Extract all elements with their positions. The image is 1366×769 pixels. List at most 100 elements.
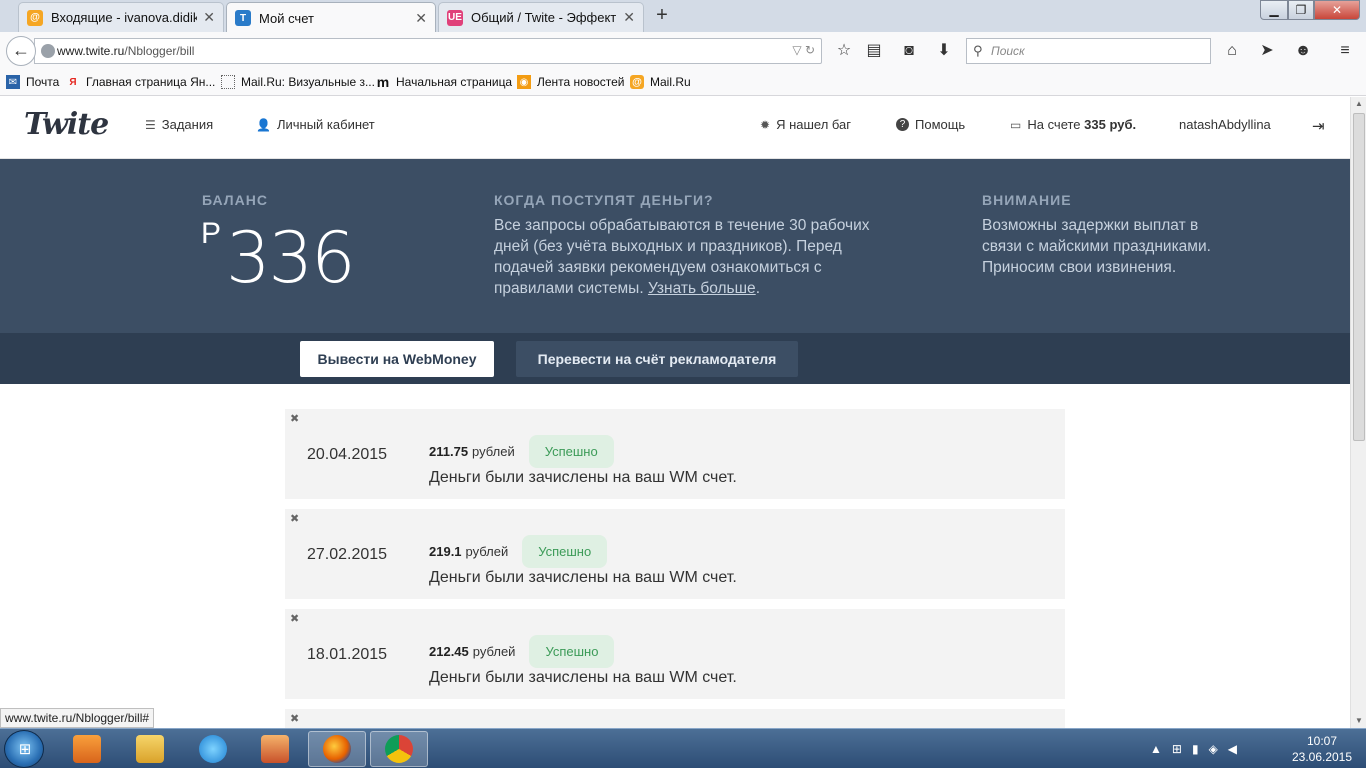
nav-bug-report[interactable]: ✹ Я нашел баг (760, 117, 851, 132)
learn-more-link[interactable]: Узнать больше (648, 280, 756, 297)
logout-icon[interactable]: ⇥ (1312, 117, 1325, 135)
transaction-date: 27.02.2015 (307, 546, 388, 563)
mailru-icon: @ (27, 9, 43, 26)
currency-symbol: Р (201, 217, 222, 250)
mailru-icon: @ (630, 75, 644, 89)
taskbar-chrome[interactable] (370, 731, 428, 767)
bookmark-mailru[interactable]: @ Mail.Ru (630, 75, 691, 89)
balance-panel: БАЛАНС Р 336 КОГДА ПОСТУПЯТ ДЕНЬГИ? Все … (0, 159, 1350, 333)
remove-icon[interactable]: ✖ (290, 412, 299, 425)
antivirus-icon[interactable]: ◈ (1209, 742, 1218, 756)
mail-icon: ✉ (6, 75, 20, 89)
withdraw-webmoney-button[interactable]: Вывести на WebMoney (300, 341, 494, 377)
taskbar-media-player[interactable] (58, 731, 116, 767)
back-button[interactable]: ← (6, 36, 36, 66)
taskbar-explorer[interactable] (121, 731, 179, 767)
yandex-icon: Я (69, 76, 77, 88)
new-tab-button[interactable]: + (650, 4, 674, 28)
network-icon[interactable]: ▮ (1192, 742, 1199, 756)
tab-title: Общий / Twite - Эффекти... (471, 10, 617, 25)
bookmark-label: Почта (26, 75, 60, 89)
taskbar-clock[interactable]: 10:07 23.06.2015 (1290, 733, 1354, 765)
windows-logo-icon: ⊞ (18, 741, 32, 758)
nav-cabinet[interactable]: 👤 Личный кабинет (256, 117, 375, 132)
menu-icon[interactable]: ≡ (1334, 40, 1356, 62)
bookmark-label: Mail.Ru: Визуальные з... (241, 75, 375, 89)
page-scrollbar[interactable]: ▲ ▼ (1350, 97, 1366, 728)
tab-my-account[interactable]: T Мой счет ✕ (226, 2, 436, 33)
help-icon: ? (896, 118, 909, 131)
tab-inbox[interactable]: @ Входящие - ivanova.didika... ✕ (18, 2, 224, 32)
rss-icon: ◉ (517, 75, 531, 89)
twite-icon: T (235, 10, 251, 26)
m-icon: m (376, 74, 390, 90)
status-badge: Успешно (529, 635, 615, 668)
clock-time: 10:07 (1306, 734, 1338, 748)
transaction-row: ✖ 27.02.2015 219.1 рублей Успешно Деньги … (285, 509, 1065, 599)
amount-value: 211.75 (429, 444, 469, 459)
bookmark-news-feed[interactable]: ◉ Лента новостей (517, 75, 625, 89)
action-bar: Вывести на WebMoney Перевести на счёт ре… (0, 333, 1350, 384)
taskbar-ie[interactable] (184, 731, 242, 767)
tab-general[interactable]: UE Общий / Twite - Эффекти... ✕ (438, 2, 644, 32)
nav-username[interactable]: natashAbdyllina (1179, 117, 1271, 132)
bookmark-mail[interactable]: ✉ Почта (6, 75, 59, 89)
flag-icon[interactable]: ⊞ (1172, 742, 1182, 756)
search-input[interactable]: ⚲ Поиск (966, 38, 1211, 64)
blank-page-icon (221, 75, 235, 89)
bookmark-label: Главная страница Ян... (86, 75, 216, 89)
transfer-to-advertiser-button[interactable]: Перевести на счёт рекламодателя (516, 341, 798, 377)
amount-unit: рублей (472, 644, 516, 659)
reading-list-icon[interactable]: ▤ (863, 40, 885, 62)
bookmark-yandex[interactable]: Я Главная страница Ян... (66, 75, 215, 89)
remove-icon[interactable]: ✖ (290, 512, 299, 525)
site-header: Twite ☰ Задания 👤 Личный кабинет ✹ Я нашел … (0, 97, 1350, 159)
volume-icon[interactable]: ◀ (1228, 742, 1237, 756)
home-icon[interactable]: ⌂ (1221, 40, 1243, 62)
search-icon: ⚲ (973, 43, 983, 58)
send-icon[interactable]: ➤ (1256, 40, 1278, 62)
taskbar-app[interactable] (246, 731, 304, 767)
start-button[interactable]: ⊞ (4, 730, 44, 768)
taskbar-firefox[interactable] (308, 731, 366, 767)
nav-label: Задания (161, 117, 214, 132)
bookmark-mailru-visual[interactable]: Mail.Ru: Визуальные з... (221, 75, 375, 89)
pocket-icon[interactable]: ◙ (898, 40, 920, 62)
chrome-icon (385, 735, 413, 763)
transaction-message: Деньги были зачислены на ваш WM счет. (429, 469, 737, 486)
balance-value: 336 (226, 217, 356, 299)
reload-icon[interactable]: ▽ ↻ (792, 43, 815, 57)
scroll-up-icon[interactable]: ▲ (1351, 97, 1366, 111)
bookmark-label: Mail.Ru (650, 75, 691, 89)
site-logo[interactable]: Twite (24, 107, 109, 142)
search-placeholder: Поиск (991, 44, 1025, 58)
download-icon[interactable]: ⬇ (933, 40, 955, 62)
minimize-button[interactable]: ▁ (1260, 0, 1288, 20)
scroll-down-icon[interactable]: ▼ (1351, 714, 1366, 728)
scrollbar-thumb[interactable] (1353, 113, 1365, 441)
globe-icon (41, 44, 55, 58)
maximize-button[interactable]: ❐ (1288, 0, 1314, 20)
bookmarks-bar: ✉ Почта Я Главная страница Ян... Mail.Ru… (0, 70, 1366, 96)
url-bar[interactable]: www.twite.ru/Nblogger/bill ▽ ↻ (34, 38, 822, 64)
windows-taskbar: ⊞ ▲ ⊞ ▮ ◈ ◀ 10:07 23.06.2015 (0, 728, 1366, 768)
status-badge: Успешно (522, 535, 608, 568)
amount-unit: рублей (472, 444, 515, 459)
nav-account-balance[interactable]: ▭ На счете 335 руб. (1010, 117, 1136, 132)
amount-value: 212.45 (429, 644, 469, 659)
nav-tasks[interactable]: ☰ Задания (145, 117, 213, 132)
bookmark-star-icon[interactable]: ☆ (833, 40, 855, 62)
remove-icon[interactable]: ✖ (290, 712, 299, 725)
remove-icon[interactable]: ✖ (290, 612, 299, 625)
window-close-button[interactable]: ✕ (1314, 0, 1360, 20)
nav-label: Помощь (915, 117, 966, 132)
chat-icon[interactable]: ☻ (1292, 40, 1314, 62)
tray-expand-icon[interactable]: ▲ (1150, 742, 1162, 756)
close-icon[interactable]: ✕ (203, 9, 215, 26)
folder-icon (136, 735, 164, 763)
close-icon[interactable]: ✕ (623, 9, 635, 26)
bookmark-start-page[interactable]: m Начальная страница (376, 74, 512, 90)
nav-help[interactable]: ? Помощь (896, 117, 965, 132)
media-player-icon (73, 735, 101, 763)
close-icon[interactable]: ✕ (415, 10, 427, 27)
